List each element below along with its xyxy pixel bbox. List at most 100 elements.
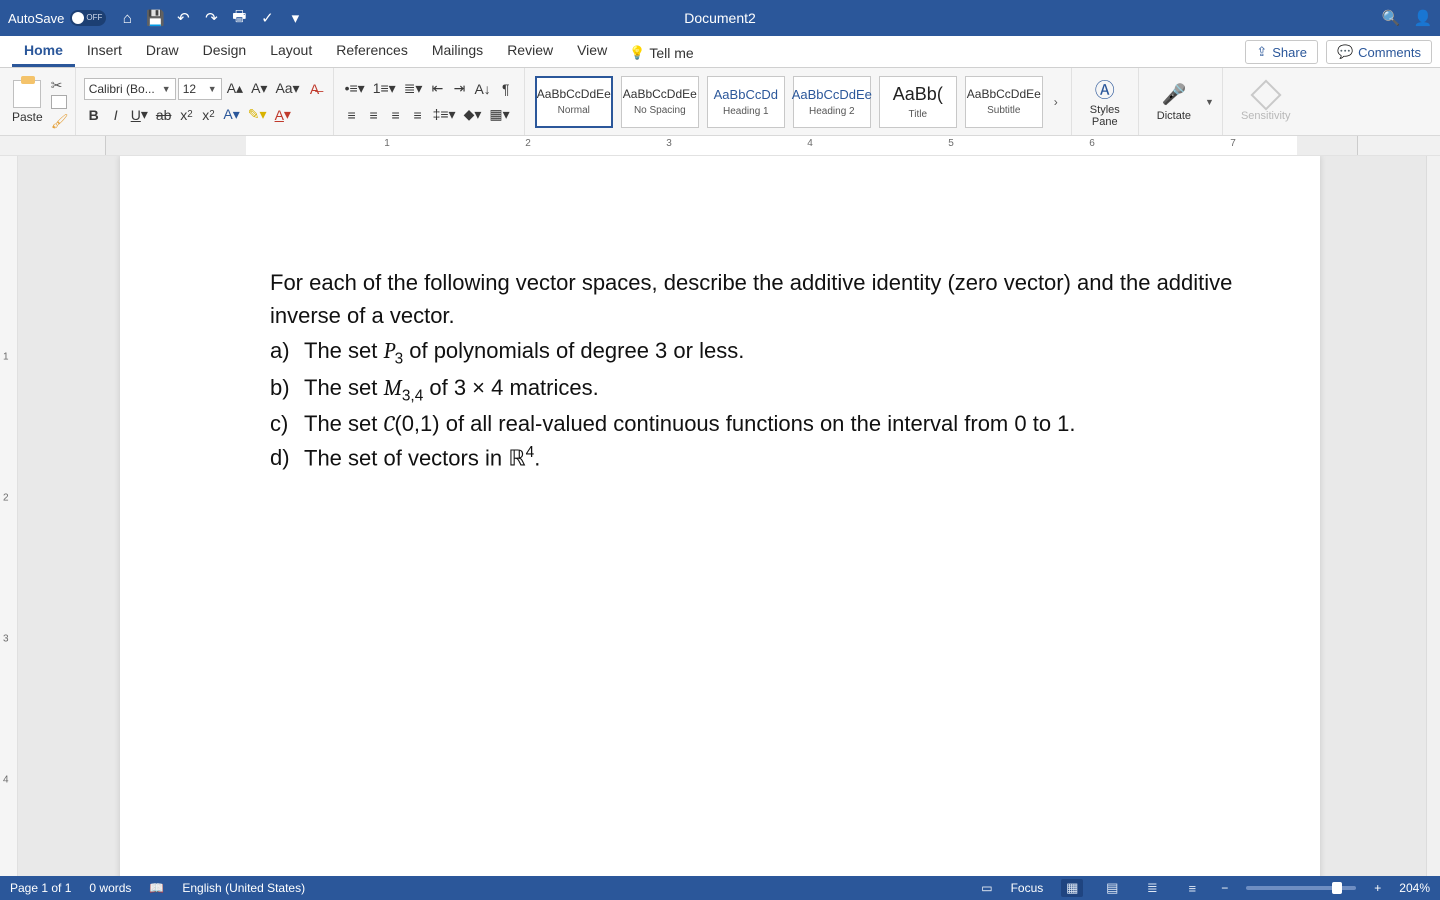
styles-more-icon[interactable]: › — [1049, 95, 1063, 109]
align-right-icon[interactable]: ≡ — [386, 104, 406, 126]
qat-customize-icon[interactable]: ▾ — [286, 9, 304, 27]
print-icon[interactable]: 🖶 — [230, 9, 248, 27]
clear-formatting-icon[interactable]: A̶ — [305, 78, 325, 100]
style-sample: AaBbCcDd — [714, 87, 778, 102]
zoom-value[interactable]: 204% — [1399, 881, 1430, 895]
align-left-icon[interactable]: ≡ — [342, 104, 362, 126]
focus-label[interactable]: Focus — [1011, 881, 1044, 895]
borders-icon[interactable]: ▦▾ — [486, 104, 512, 126]
decrease-indent-icon[interactable]: ⇤ — [427, 78, 447, 100]
increase-indent-icon[interactable]: ⇥ — [449, 78, 469, 100]
justify-icon[interactable]: ≡ — [408, 104, 428, 126]
styles-pane-button[interactable]: Ⓐ Styles Pane — [1080, 76, 1130, 128]
spellcheck-icon[interactable]: ✓ — [258, 9, 276, 27]
save-icon[interactable]: 💾 — [146, 9, 164, 27]
subscript-button[interactable]: x2 — [176, 104, 196, 126]
list-item: d)The set of vectors in ℝ4. — [270, 441, 1250, 475]
document-body[interactable]: For each of the following vector spaces,… — [270, 266, 1250, 475]
search-icon[interactable]: 🔍 — [1382, 9, 1400, 27]
style-no-spacing[interactable]: AaBbCcDdEeNo Spacing — [621, 76, 699, 128]
grow-font-icon[interactable]: A▴ — [224, 78, 246, 100]
share-button[interactable]: ⇪ Share — [1245, 40, 1318, 64]
paragraph-lead: For each of the following vector spaces,… — [270, 266, 1250, 332]
autosave-label: AutoSave — [8, 11, 64, 26]
tab-design[interactable]: Design — [191, 36, 259, 67]
text-effects-icon[interactable]: A▾ — [220, 104, 242, 126]
sensitivity-label: Sensitivity — [1241, 110, 1291, 122]
spellcheck-status-icon[interactable]: 📖 — [149, 881, 164, 895]
tab-insert[interactable]: Insert — [75, 36, 134, 67]
zoom-in-button[interactable]: + — [1374, 881, 1381, 895]
zoom-slider[interactable] — [1246, 886, 1356, 890]
tab-draw[interactable]: Draw — [134, 36, 191, 67]
word-count[interactable]: 0 words — [89, 881, 131, 895]
style-heading-2[interactable]: AaBbCcDdEeHeading 2 — [793, 76, 871, 128]
document-page[interactable]: For each of the following vector spaces,… — [120, 156, 1320, 876]
tab-view[interactable]: View — [565, 36, 619, 67]
style-normal[interactable]: AaBbCcDdEeNormal — [535, 76, 613, 128]
numbering-icon[interactable]: 1≡▾ — [370, 78, 399, 100]
style-title[interactable]: AaBb(Title — [879, 76, 957, 128]
zoom-out-button[interactable]: − — [1221, 881, 1228, 895]
share-label: Share — [1272, 45, 1307, 60]
horizontal-ruler[interactable]: 1234567 — [0, 136, 1440, 156]
copy-icon[interactable] — [51, 95, 67, 109]
change-case-icon[interactable]: Aa▾ — [272, 78, 302, 100]
strikethrough-button[interactable]: ab — [153, 104, 175, 126]
tab-home[interactable]: Home — [12, 36, 75, 67]
draft-view-icon[interactable]: ≡ — [1181, 879, 1203, 897]
tab-review[interactable]: Review — [495, 36, 565, 67]
font-size-select[interactable]: 12 ▼ — [178, 78, 222, 100]
zoom-slider-thumb[interactable] — [1332, 882, 1342, 894]
redo-icon[interactable]: ↷ — [202, 9, 220, 27]
page-indicator[interactable]: Page 1 of 1 — [10, 881, 71, 895]
sort-icon[interactable]: A↓ — [471, 78, 493, 100]
paste-label: Paste — [12, 110, 43, 124]
style-subtitle[interactable]: AaBbCcDdEeSubtitle — [965, 76, 1043, 128]
paste-button[interactable]: Paste — [12, 80, 43, 124]
bullets-icon[interactable]: •≡▾ — [342, 78, 368, 100]
web-layout-view-icon[interactable]: ▤ — [1101, 879, 1123, 897]
status-bar: Page 1 of 1 0 words 📖 English (United St… — [0, 876, 1440, 900]
language-indicator[interactable]: English (United States) — [182, 881, 305, 895]
chevron-down-icon[interactable]: ▼ — [1205, 97, 1214, 107]
autosave-toggle[interactable]: AutoSave OFF — [8, 10, 106, 26]
align-center-icon[interactable]: ≡ — [364, 104, 384, 126]
list-item: c)The set C(0,1) of all real-valued cont… — [270, 407, 1250, 441]
vertical-scrollbar[interactable] — [1426, 156, 1440, 876]
outline-view-icon[interactable]: ≣ — [1141, 879, 1163, 897]
focus-mode-icon[interactable]: ▭ — [981, 881, 992, 895]
comments-button[interactable]: 💬 Comments — [1326, 40, 1432, 64]
dictate-button[interactable]: 🎤 Dictate — [1147, 82, 1201, 122]
style-label: Normal — [558, 105, 590, 116]
list-item: a)The set P3 of polynomials of degree 3 … — [270, 334, 1250, 371]
style-heading-1[interactable]: AaBbCcDd Heading 1 — [707, 76, 785, 128]
multilevel-list-icon[interactable]: ≣▾ — [401, 78, 426, 100]
print-layout-view-icon[interactable]: ▦ — [1061, 879, 1083, 897]
vertical-ruler[interactable]: 1234 — [0, 156, 18, 876]
home-icon[interactable]: ⌂ — [118, 9, 136, 27]
format-painter-icon[interactable]: 🖌 — [51, 113, 67, 127]
comments-icon: 💬 — [1337, 44, 1353, 60]
cut-icon[interactable]: ✂ — [51, 77, 67, 91]
font-name-select[interactable]: Calibri (Bo... ▼ — [84, 78, 176, 100]
comments-label: Comments — [1358, 45, 1421, 60]
superscript-button[interactable]: x2 — [198, 104, 218, 126]
italic-button[interactable]: I — [106, 104, 126, 126]
shrink-font-icon[interactable]: A▾ — [248, 78, 270, 100]
shading-icon[interactable]: ◆▾ — [461, 104, 485, 126]
undo-icon[interactable]: ↶ — [174, 9, 192, 27]
share-icon: ⇪ — [1256, 44, 1267, 60]
highlight-icon[interactable]: ✎▾ — [245, 104, 270, 126]
bold-button[interactable]: B — [84, 104, 104, 126]
style-label: Heading 1 — [723, 106, 769, 117]
tab-references[interactable]: References — [324, 36, 420, 67]
tell-me-search[interactable]: 💡 Tell me — [619, 39, 704, 67]
line-spacing-icon[interactable]: ‡≡▾ — [430, 104, 459, 126]
font-color-icon[interactable]: A▾ — [272, 104, 294, 126]
tab-layout[interactable]: Layout — [258, 36, 324, 67]
account-icon[interactable]: 👤 — [1414, 9, 1432, 27]
tab-mailings[interactable]: Mailings — [420, 36, 495, 67]
show-marks-icon[interactable]: ¶ — [496, 78, 516, 100]
underline-button[interactable]: U▾ — [128, 104, 151, 126]
